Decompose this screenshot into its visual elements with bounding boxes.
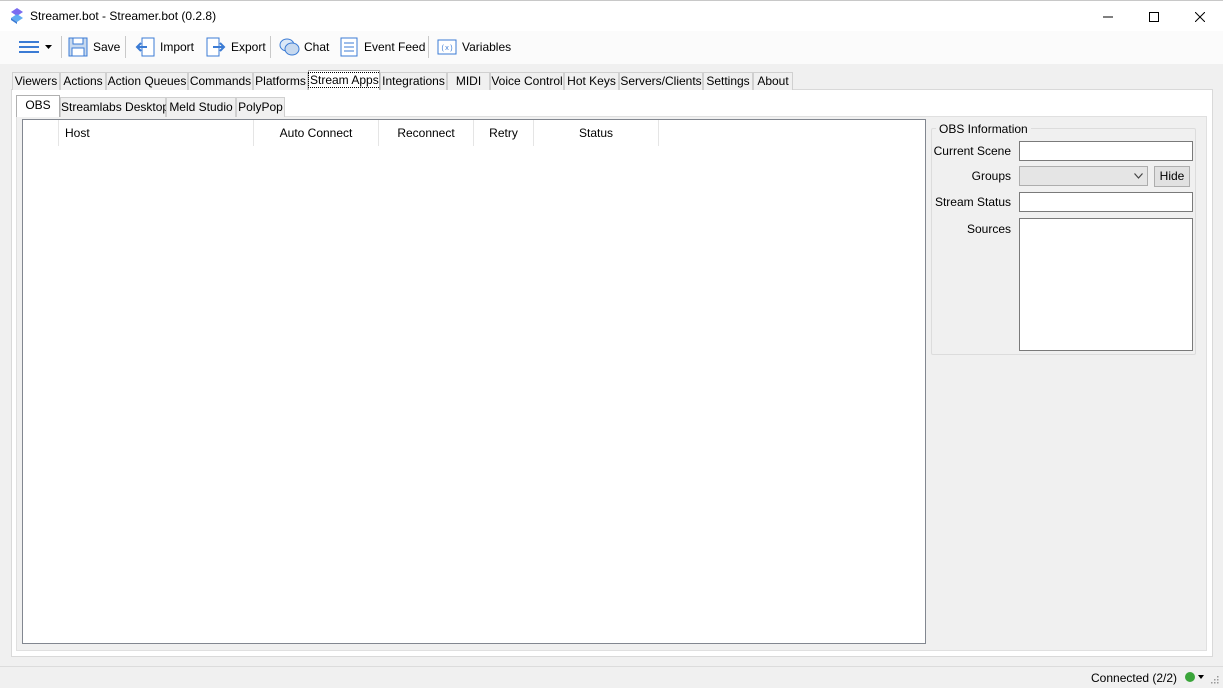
variables-icon: (x)	[437, 39, 457, 55]
chat-icon	[279, 38, 300, 56]
stream-status-label: Stream Status	[934, 195, 1011, 209]
tab-about[interactable]: About	[753, 72, 793, 90]
tab-stream-apps[interactable]: Stream Apps	[308, 70, 381, 90]
export-button[interactable]: Export	[202, 33, 269, 61]
chevron-down-icon	[1134, 173, 1143, 179]
tab-hot-keys[interactable]: Hot Keys	[564, 72, 619, 90]
hamburger-menu-icon	[19, 41, 39, 53]
chat-button[interactable]: Chat	[275, 33, 332, 61]
main-menu-dropdown[interactable]	[14, 33, 55, 61]
maximize-icon	[1149, 11, 1159, 22]
groups-label: Groups	[971, 169, 1011, 183]
tab-viewers[interactable]: Viewers	[12, 72, 60, 90]
subtab-meld-studio[interactable]: Meld Studio	[166, 97, 236, 117]
tab-actions[interactable]: Actions	[60, 72, 106, 90]
subtab-polypop[interactable]: PolyPop	[236, 97, 285, 117]
minimize-icon	[1103, 16, 1113, 17]
title-bar: Streamer.bot - Streamer.bot (0.2.8)	[0, 0, 1223, 31]
window-title: Streamer.bot - Streamer.bot (0.2.8)	[30, 9, 217, 23]
tab-integrations[interactable]: Integrations	[380, 72, 447, 90]
subtab-streamlabs-desktop[interactable]: Streamlabs Desktop	[60, 97, 169, 117]
toolbar: Save Import Export Chat Event Feed (x) V…	[0, 31, 1223, 64]
status-bar: Connected (2/2)	[0, 666, 1223, 688]
column-header-retry[interactable]: Retry	[474, 120, 534, 146]
save-button[interactable]: Save	[64, 33, 123, 61]
tab-commands[interactable]: Commands	[188, 72, 253, 90]
chevron-down-icon	[45, 45, 52, 49]
export-label: Export	[231, 40, 266, 54]
export-icon	[206, 37, 226, 57]
tab-settings[interactable]: Settings	[703, 72, 753, 90]
connection-status-text: Connected (2/2)	[1091, 671, 1178, 685]
chat-label: Chat	[304, 40, 330, 54]
current-scene-field[interactable]	[1019, 141, 1193, 161]
event-feed-label: Event Feed	[364, 40, 426, 54]
minimize-button[interactable]	[1085, 1, 1131, 32]
obs-connections-list[interactable]: Host Auto Connect Reconnect Retry Status	[22, 119, 926, 644]
hide-button[interactable]: Hide	[1154, 166, 1190, 187]
column-header-auto-connect[interactable]: Auto Connect	[254, 120, 379, 146]
subtab-obs[interactable]: OBS	[16, 95, 60, 117]
current-scene-label: Current Scene	[933, 144, 1011, 158]
column-header-checkbox[interactable]	[23, 120, 59, 146]
obs-information-title: OBS Information	[936, 122, 1031, 136]
connection-status-dot-icon[interactable]	[1185, 672, 1195, 682]
import-icon	[135, 37, 155, 57]
close-button[interactable]	[1177, 1, 1223, 32]
groups-select[interactable]	[1019, 166, 1148, 186]
import-button[interactable]: Import	[131, 33, 197, 61]
event-feed-icon	[340, 37, 358, 57]
stream-status-field[interactable]	[1019, 192, 1193, 212]
variables-label: Variables	[462, 40, 512, 54]
status-dropdown-chevron-icon[interactable]	[1198, 675, 1204, 679]
column-header-host[interactable]: Host	[59, 120, 254, 146]
tab-platforms[interactable]: Platforms	[253, 72, 308, 90]
sources-label: Sources	[966, 222, 1011, 236]
import-label: Import	[160, 40, 195, 54]
streamerbot-logo-icon	[11, 8, 23, 24]
close-icon	[1195, 11, 1205, 22]
event-feed-button[interactable]: Event Feed	[335, 33, 428, 61]
list-header: Host Auto Connect Reconnect Retry Status	[23, 120, 925, 146]
column-header-reconnect[interactable]: Reconnect	[379, 120, 474, 146]
tab-servers-clients[interactable]: Servers/Clients	[619, 72, 703, 90]
tab-midi[interactable]: MIDI	[447, 72, 490, 90]
save-icon	[68, 37, 88, 57]
maximize-button[interactable]	[1131, 1, 1177, 32]
svg-text:(x): (x)	[441, 45, 454, 53]
variables-button[interactable]: (x) Variables	[433, 33, 514, 61]
sources-list[interactable]	[1019, 218, 1193, 351]
column-header-status[interactable]: Status	[534, 120, 659, 146]
save-label: Save	[93, 40, 121, 54]
resize-grip-icon[interactable]	[1209, 674, 1219, 684]
tab-action-queues[interactable]: Action Queues	[106, 72, 188, 90]
tab-voice-control[interactable]: Voice Control	[490, 72, 564, 90]
